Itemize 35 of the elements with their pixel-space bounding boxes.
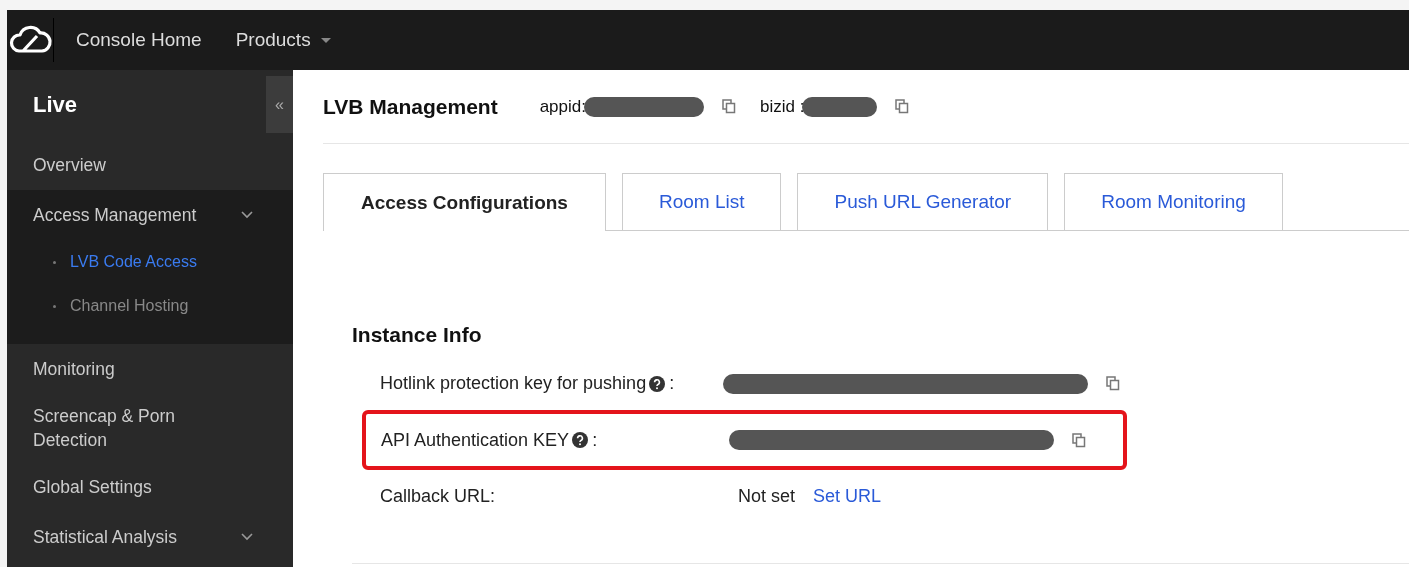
sidebar-item[interactable]: Overview [7, 140, 293, 190]
field-label: Callback URL [380, 486, 491, 507]
field-label: Hotlink protection key for pushing [380, 373, 647, 394]
copy-icon[interactable] [1106, 376, 1120, 391]
copy-icon[interactable] [895, 99, 910, 114]
copy-icon[interactable] [1072, 432, 1086, 448]
sidebar-item[interactable]: Monitoring [7, 344, 293, 394]
tab[interactable]: Room Monitoring [1064, 173, 1283, 230]
help-icon[interactable] [572, 432, 589, 448]
field-label: API Authentication KEY [381, 429, 570, 451]
tab[interactable]: Room List [621, 173, 782, 230]
sidebar-title: Live [32, 91, 79, 119]
sidebar-subitem[interactable]: LVB Code Access [7, 240, 293, 284]
page-title: LVB Management [323, 94, 498, 119]
field-value: Not set [738, 486, 796, 507]
section-title: Instance Info [352, 323, 483, 347]
collapse-button[interactable]: « [266, 76, 293, 133]
id-label: bizid : [759, 96, 805, 117]
sidebar-subitem[interactable]: Channel Hosting [7, 284, 293, 328]
chevron-down-icon [241, 533, 253, 541]
separator-colon: : [490, 486, 496, 507]
copy-icon[interactable] [721, 99, 736, 114]
nav-link[interactable]: Products [225, 23, 341, 57]
separator-colon: : [669, 373, 675, 394]
help-icon[interactable] [649, 375, 666, 392]
sidebar-item[interactable]: Global Settings [7, 462, 293, 512]
tab[interactable]: Access Configurations [323, 173, 606, 231]
nav-link[interactable]: Console Home [66, 23, 212, 57]
tab[interactable]: Push URL Generator [797, 173, 1049, 230]
separator-colon: : [592, 429, 598, 451]
sidebar-group[interactable]: Statistical Analysis [7, 512, 293, 562]
sidebar-item[interactable]: Screencap & Porn Detection [7, 394, 293, 462]
chevron-down-icon [241, 211, 253, 219]
id-label: appid: [539, 96, 586, 117]
set-url-link[interactable]: Set URL [813, 486, 882, 507]
